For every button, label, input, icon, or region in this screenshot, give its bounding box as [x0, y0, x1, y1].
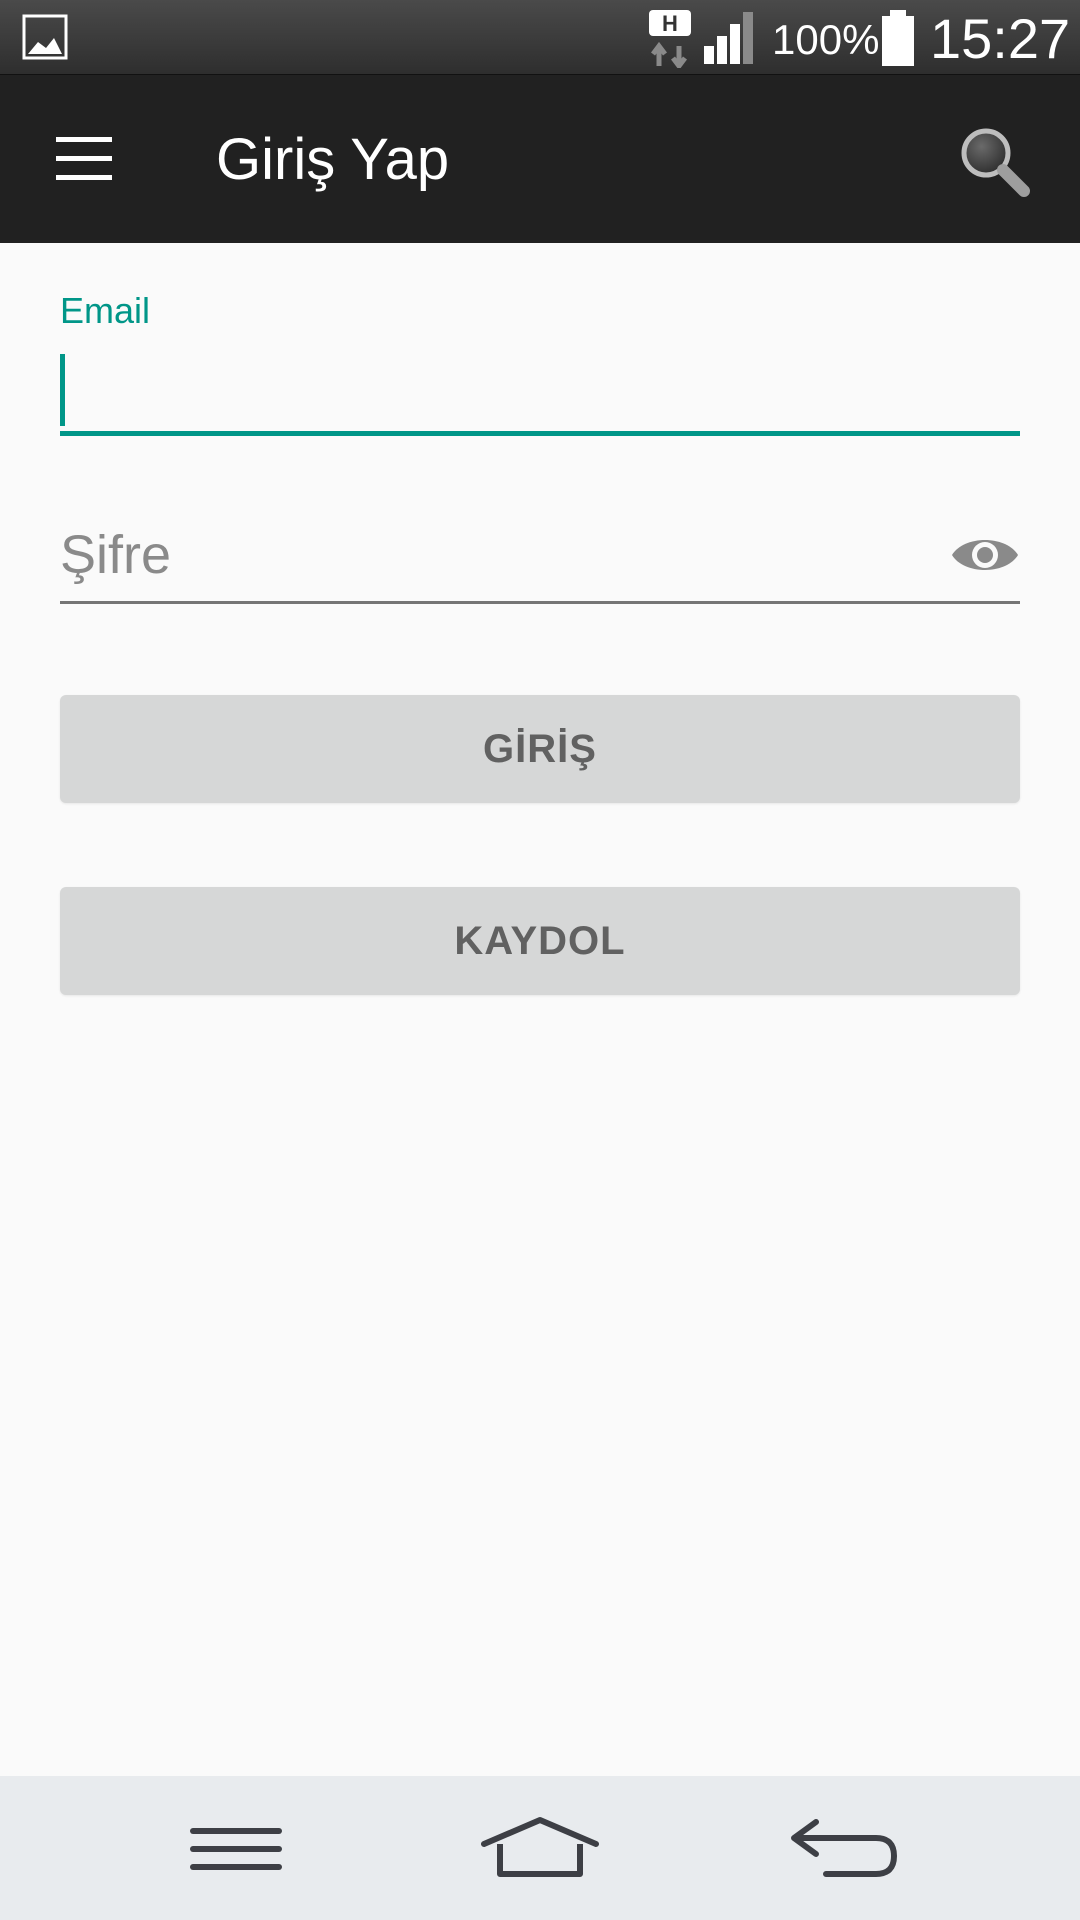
menu-icon	[56, 137, 112, 180]
menu-icon	[190, 1828, 282, 1870]
status-bar: H 100% 15:27	[0, 0, 1080, 74]
register-button[interactable]: KAYDOL	[60, 887, 1020, 995]
status-time: 15:27	[930, 7, 1071, 70]
show-password-button[interactable]	[950, 530, 1020, 580]
signal-icon	[704, 12, 753, 64]
login-button[interactable]: GİRİŞ	[60, 695, 1020, 803]
password-input[interactable]	[60, 510, 920, 600]
back-icon	[791, 1819, 898, 1877]
email-field	[60, 350, 1020, 436]
nav-back-button[interactable]	[786, 1816, 902, 1882]
battery-icon	[882, 10, 914, 66]
page-title: Giriş Yap	[216, 127, 450, 192]
email-label: Email	[60, 290, 151, 331]
h-network-icon: H	[649, 10, 691, 68]
svg-text:H: H	[662, 11, 678, 36]
gallery-icon	[22, 14, 68, 60]
battery-percent: 100%	[772, 16, 880, 63]
navigation-bar	[0, 1776, 1080, 1920]
app-bar: Giriş Yap	[0, 74, 1080, 243]
password-field	[60, 510, 1020, 604]
menu-button[interactable]	[40, 123, 130, 195]
search-button[interactable]	[952, 119, 1036, 203]
eye-icon	[952, 540, 1018, 570]
nav-menu-button[interactable]	[186, 1824, 286, 1876]
search-icon	[961, 128, 1030, 197]
home-icon	[481, 1817, 599, 1877]
nav-home-button[interactable]	[478, 1814, 602, 1882]
email-input[interactable]	[60, 350, 1020, 430]
